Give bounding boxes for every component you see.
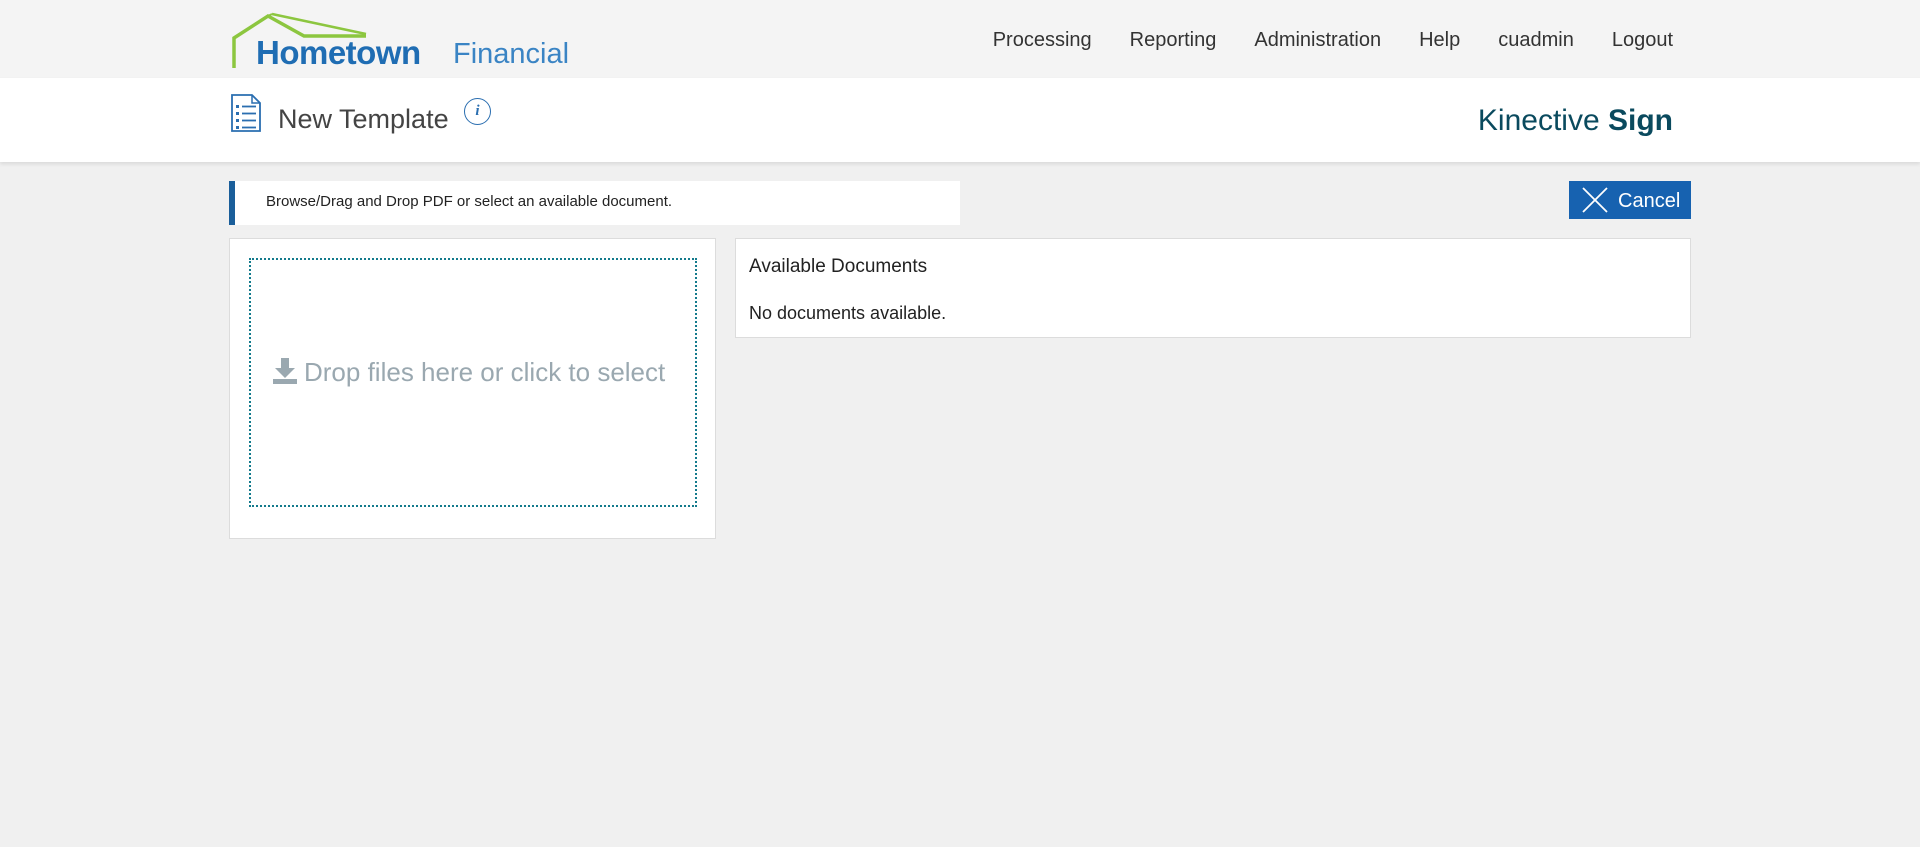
available-documents-title: Available Documents [749,256,928,277]
cancel-button[interactable]: Cancel [1569,181,1691,219]
dropzone-text: Drop files here or click to select [304,357,666,387]
brand-light-text: Kinective [1477,104,1600,137]
nav-logout[interactable]: Logout [1612,29,1673,52]
logo-text-main: Hometown [256,34,421,71]
nav-processing[interactable]: Processing [993,29,1092,52]
instruction-banner: Browse/Drag and Drop PDF or select an av… [229,181,960,225]
upload-panel: Drop files here or click to select [229,238,716,539]
top-nav-bar: Hometown Financial Processing Reporting … [0,0,1920,78]
main-nav: Processing Reporting Administration Help… [955,29,1673,52]
close-icon [1582,187,1608,213]
nav-help[interactable]: Help [1419,29,1460,52]
no-documents-message: No documents available. [749,303,947,323]
cancel-button-label: Cancel [1618,190,1681,212]
page-title: New Template [278,104,449,134]
document-list-icon [231,94,261,132]
nav-reporting[interactable]: Reporting [1130,29,1217,52]
info-icon[interactable]: i [464,98,491,125]
available-documents-panel: Available Documents No documents availab… [735,238,1691,338]
logo-text-sub: Financial [453,38,570,70]
nav-user-account[interactable]: cuadmin [1498,29,1574,52]
hometown-financial-logo[interactable]: Hometown Financial [230,12,570,72]
nav-administration[interactable]: Administration [1254,29,1381,52]
brand-strong-text: Sign [1608,104,1673,137]
file-dropzone[interactable]: Drop files here or click to select [249,258,697,507]
download-icon [273,358,297,384]
page-header: New Template i Kinective Sign [0,78,1920,162]
kinective-sign-brand: Kinective Sign [1478,104,1673,138]
